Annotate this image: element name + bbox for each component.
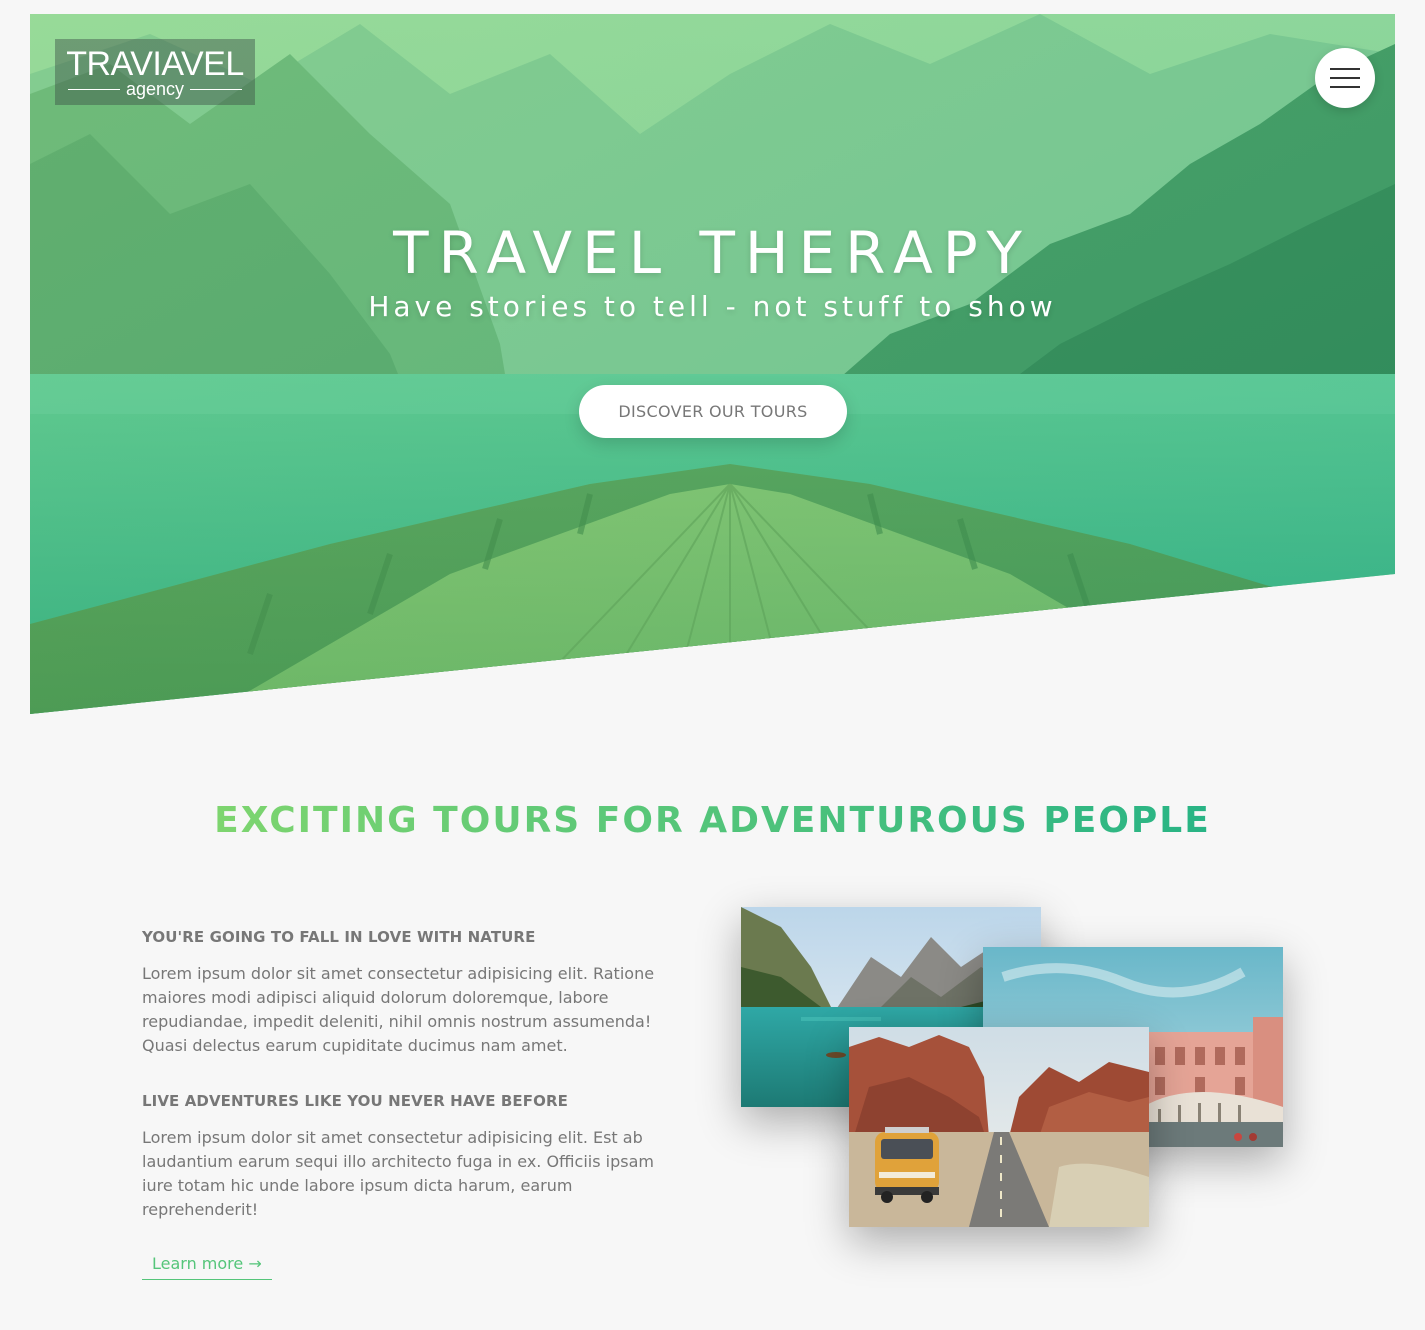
- section-title: EXCITING TOURS FOR ADVENTUROUS PEOPLE: [0, 800, 1425, 841]
- hamburger-menu-icon: [1330, 86, 1360, 88]
- hero-subtitle: Have stories to tell - not stuff to show: [368, 290, 1057, 323]
- about-heading-1: YOU'RE GOING TO FALL IN LOVE WITH NATURE: [142, 928, 536, 946]
- about-text-column: YOU'RE GOING TO FALL IN LOVE WITH NATURE…: [142, 928, 667, 1280]
- menu-button[interactable]: [1315, 48, 1375, 108]
- about-paragraph-2: Lorem ipsum dolor sit amet consectetur a…: [142, 1128, 654, 1219]
- hero-text-box: TRAVEL THERAPY Have stories to tell - no…: [30, 224, 1395, 323]
- logo-wordmark: TRAVIAVEL: [66, 45, 244, 83]
- logo[interactable]: TRAVIAVEL agency: [55, 39, 255, 105]
- hero-title: TRAVEL THERAPY: [393, 219, 1032, 287]
- discover-tours-button[interactable]: DISCOVER OUR TOURS: [579, 385, 847, 438]
- hamburger-menu-icon: [1330, 77, 1360, 79]
- logo-divider: [190, 88, 243, 90]
- hero-header: TRAVIAVEL agency TRAVEL THERAPY Have sto…: [30, 14, 1395, 714]
- logo-divider: [67, 88, 120, 90]
- learn-more-link[interactable]: Learn more →: [142, 1248, 272, 1280]
- hero-background-image: [30, 14, 1395, 714]
- about-paragraph-1: Lorem ipsum dolor sit amet consectetur a…: [142, 964, 655, 1055]
- about-heading-2: LIVE ADVENTURES LIKE YOU NEVER HAVE BEFO…: [142, 1092, 568, 1110]
- desert-road-van-photo[interactable]: [849, 1027, 1149, 1227]
- logo-tagline: agency: [125, 79, 185, 99]
- hamburger-menu-icon: [1330, 68, 1360, 70]
- section-title-text: EXCITING TOURS FOR ADVENTUROUS PEOPLE: [214, 800, 1211, 841]
